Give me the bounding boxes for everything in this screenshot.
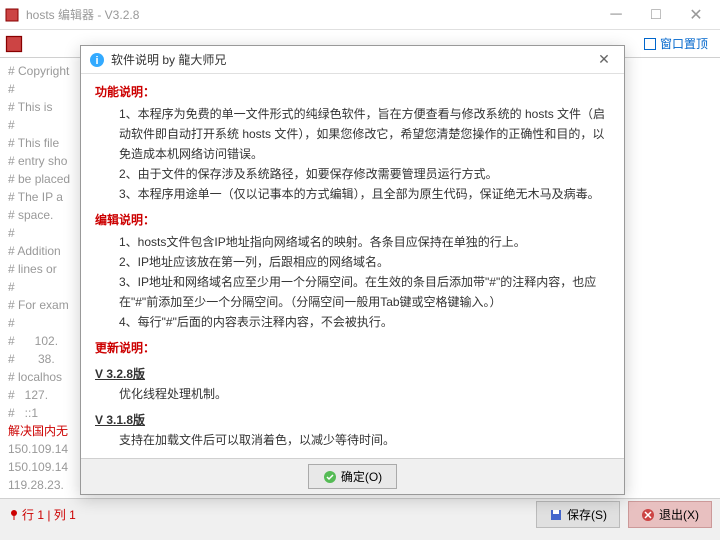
save-button-label: 保存(S): [567, 506, 607, 523]
app-icon: [4, 7, 20, 23]
statusbar: 行 1 | 列 1 保存(S) 退出(X): [0, 498, 720, 530]
section-header: 更新说明：: [95, 338, 610, 358]
cursor-position: 行 1 | 列 1: [8, 506, 76, 523]
section-item: 优化线程处理机制。: [95, 384, 610, 404]
about-dialog: i 软件说明 by 龍大师兄 ✕ 功能说明：1、本程序为免费的单一文件形式的纯绿…: [80, 45, 625, 495]
maximize-button[interactable]: □: [636, 1, 676, 29]
position-text: 行 1 | 列 1: [22, 506, 76, 523]
window-top-toggle[interactable]: 窗口置顶: [644, 35, 708, 52]
dialog-body: 功能说明：1、本程序为免费的单一文件形式的纯绿色软件，旨在方便查看与修改系统的 …: [81, 74, 624, 458]
dialog-title: 软件说明 by 龍大师兄: [111, 51, 592, 68]
dialog-titlebar: i 软件说明 by 龍大师兄 ✕: [81, 46, 624, 74]
exit-icon: [641, 508, 655, 522]
save-button[interactable]: 保存(S): [536, 501, 620, 528]
section-item: 2、IP地址应该放在第一列，后跟相应的网络域名。: [95, 252, 610, 272]
titlebar: hosts 编辑器 - V3.2.8 ─ □ ✕: [0, 0, 720, 30]
close-button[interactable]: ✕: [676, 1, 716, 29]
ok-button-label: 确定(O): [341, 468, 382, 485]
titlebar-controls: ─ □ ✕: [596, 1, 716, 29]
section-header: 功能说明：: [95, 82, 610, 102]
exit-button-label: 退出(X): [659, 506, 699, 523]
svg-text:i: i: [95, 55, 98, 67]
exit-button[interactable]: 退出(X): [628, 501, 712, 528]
minimize-button[interactable]: ─: [596, 1, 636, 29]
section-item: 3、IP地址和网络域名应至少用一个分隔空间。在生效的条目后添加带"#"的注释内容…: [95, 272, 610, 312]
dialog-close-button[interactable]: ✕: [592, 48, 616, 72]
section-item: 1、hosts文件包含IP地址指向网络域名的映射。各条目应保持在单独的行上。: [95, 232, 610, 252]
section-item: 支持在加载文件后可以取消着色，以减少等待时间。: [95, 430, 610, 450]
section-item: 2、由于文件的保存涉及系统路径，如要保存修改需要管理员运行方式。: [95, 164, 610, 184]
section-item: 4、每行"#"后面的内容表示注释内容，不会被执行。: [95, 312, 610, 332]
info-icon: i: [89, 52, 105, 68]
save-icon: [549, 508, 563, 522]
section-item: 1、本程序为免费的单一文件形式的纯绿色软件，旨在方便查看与修改系统的 hosts…: [95, 104, 610, 164]
check-icon: [323, 470, 337, 484]
ok-button[interactable]: 确定(O): [308, 464, 397, 489]
pin-icon: [8, 509, 20, 521]
version-label: V 3.1.8版: [95, 410, 610, 430]
checkbox-icon: [644, 38, 656, 50]
window-top-label-text: 窗口置顶: [660, 35, 708, 52]
window-title: hosts 编辑器 - V3.2.8: [26, 6, 596, 23]
dialog-footer: 确定(O): [81, 458, 624, 494]
section-header: 编辑说明：: [95, 210, 610, 230]
version-label: V 3.2.8版: [95, 364, 610, 384]
app-menu-icon[interactable]: [4, 34, 24, 54]
section-item: 3、本程序用途单一（仅以记事本的方式编辑），且全部为原生代码，保证绝无木马及病毒…: [95, 184, 610, 204]
